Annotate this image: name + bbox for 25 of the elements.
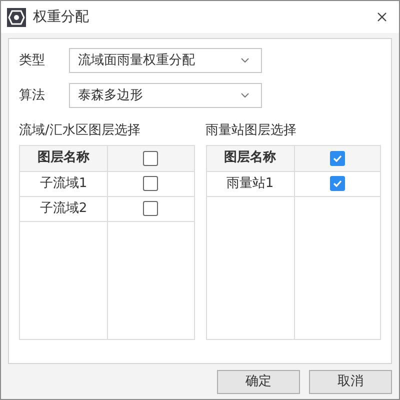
checkbox[interactable] [143, 201, 158, 216]
field-label: 类型 [19, 52, 46, 70]
table-cell-text: 子流域2 [40, 200, 88, 218]
checkbox[interactable] [143, 150, 158, 166]
table-cell-text: 子流域1 [40, 174, 88, 193]
section-title: 雨量站图层选择 [206, 122, 298, 140]
column-header: 图层名称 [38, 149, 90, 168]
window-title: 权重分配 [33, 8, 89, 26]
checkbox[interactable] [330, 150, 345, 166]
close-icon[interactable] [377, 12, 387, 22]
check-icon [332, 180, 342, 187]
check-icon [332, 154, 342, 162]
dropdown[interactable]: 流域面雨量权重分配 [69, 48, 262, 73]
chevron-icon [241, 93, 249, 98]
dialog-button[interactable]: 取消 [309, 370, 392, 394]
section-title: 流域/汇水区图层选择 [19, 122, 142, 140]
app-icon [7, 8, 26, 26]
checkbox[interactable] [330, 176, 345, 191]
chevron-icon [241, 58, 249, 63]
column-header: 图层名称 [224, 149, 276, 168]
checkbox[interactable] [143, 176, 158, 191]
dialog-button[interactable]: 确定 [217, 370, 300, 394]
dropdown[interactable]: 泰森多边形 [69, 83, 262, 108]
field-label: 算法 [19, 86, 46, 105]
table-cell-text: 雨量站1 [226, 174, 274, 193]
